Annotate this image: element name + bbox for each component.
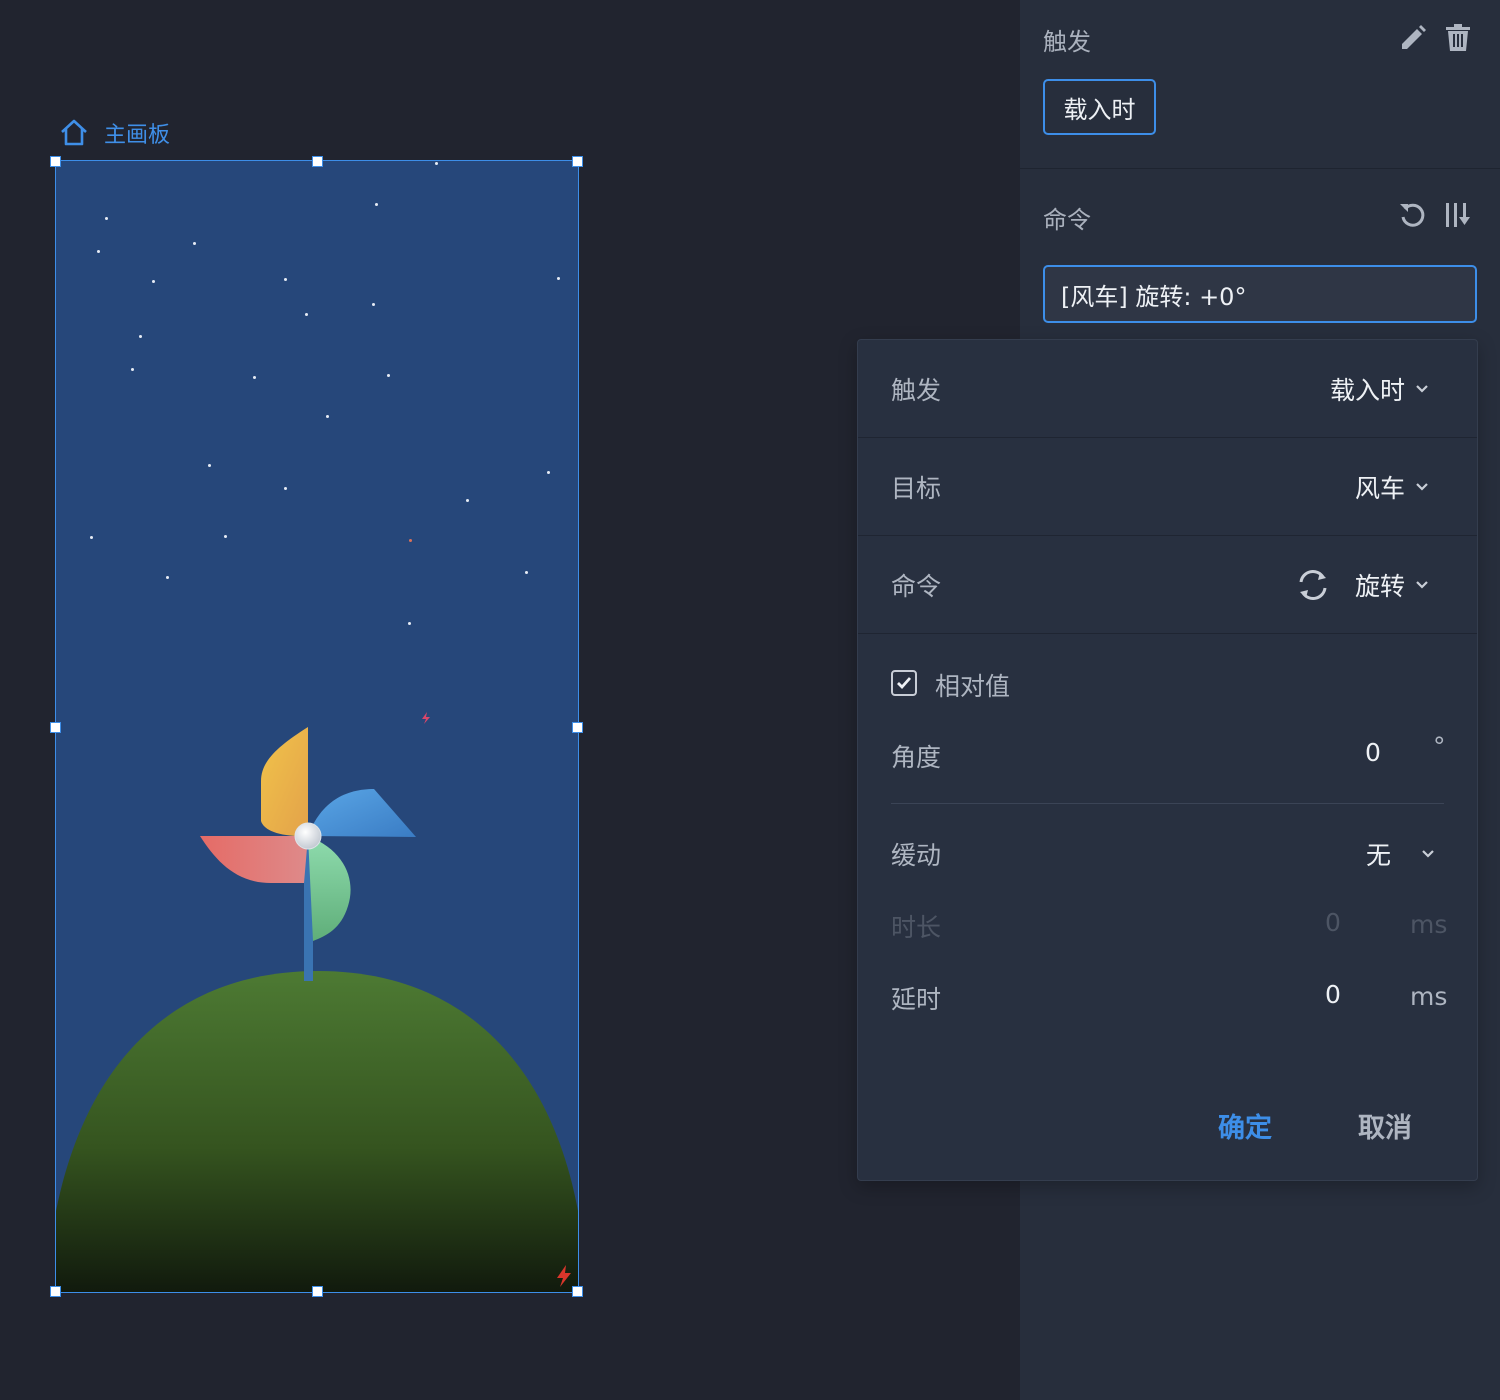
resize-handle-top-center[interactable] bbox=[312, 156, 323, 167]
chevron-down-icon bbox=[1416, 580, 1428, 589]
target-select[interactable]: 风车 bbox=[1355, 469, 1429, 505]
easing-select[interactable]: 无 bbox=[1366, 836, 1435, 872]
duration-field: 时长 0 ms bbox=[891, 908, 1448, 948]
angle-input[interactable]: 0 bbox=[1365, 738, 1381, 767]
artboard[interactable] bbox=[56, 161, 578, 1292]
resize-handle-bottom-left[interactable] bbox=[50, 1286, 61, 1297]
command-select-value: 旋转 bbox=[1354, 571, 1405, 601]
command-editor-popover: 触发 载入时 目标 风车 命令 旋转 相对值 角度 0 ° 缓动 无 时长 0 … bbox=[857, 339, 1478, 1181]
breadcrumb[interactable]: 主画板 bbox=[58, 116, 170, 150]
resize-handle-bottom-center[interactable] bbox=[312, 1286, 323, 1297]
resize-handle-middle-left[interactable] bbox=[50, 722, 61, 733]
section-divider bbox=[1020, 168, 1500, 169]
easing-select-value: 无 bbox=[1366, 841, 1392, 870]
angle-unit: ° bbox=[1433, 732, 1446, 761]
trigger-chip[interactable]: 载入时 bbox=[1043, 79, 1156, 135]
trigger-label: 触发 bbox=[891, 375, 942, 405]
hill-and-windmill bbox=[56, 727, 578, 1292]
angle-field: 角度 0 ° bbox=[891, 732, 1446, 778]
home-icon[interactable] bbox=[58, 117, 90, 149]
target-row[interactable]: 目标 风车 bbox=[858, 438, 1477, 536]
resize-handle-top-right[interactable] bbox=[572, 156, 583, 167]
angle-label: 角度 bbox=[891, 743, 942, 772]
delay-unit: ms bbox=[1410, 982, 1448, 1011]
duration-label: 时长 bbox=[891, 913, 942, 942]
resize-handle-bottom-right[interactable] bbox=[572, 1286, 583, 1297]
trigger-section-title: 触发 bbox=[1043, 28, 1091, 56]
target-select-value: 风车 bbox=[1354, 473, 1405, 503]
confirm-button[interactable]: 确定 bbox=[1218, 1106, 1272, 1145]
field-divider bbox=[891, 803, 1444, 804]
chevron-down-icon bbox=[1416, 384, 1428, 393]
command-section-title: 命令 bbox=[1043, 206, 1091, 234]
checkmark-icon bbox=[897, 677, 912, 690]
rotate-icon bbox=[1299, 569, 1327, 600]
relative-value-label[interactable]: 相对值 bbox=[935, 667, 1010, 703]
relative-value-checkbox[interactable] bbox=[891, 670, 917, 696]
cancel-button[interactable]: 取消 bbox=[1358, 1106, 1412, 1145]
command-select[interactable]: 旋转 bbox=[1295, 567, 1429, 603]
command-label: 命令 bbox=[891, 571, 942, 601]
delay-input[interactable]: 0 bbox=[1325, 980, 1341, 1009]
delay-field: 延时 0 ms bbox=[891, 980, 1448, 1020]
target-label: 目标 bbox=[891, 473, 942, 503]
easing-label: 缓动 bbox=[891, 841, 942, 870]
breadcrumb-artboard-label[interactable]: 主画板 bbox=[104, 117, 170, 149]
reset-icon[interactable] bbox=[1397, 200, 1427, 230]
resize-handle-top-left[interactable] bbox=[50, 156, 61, 167]
easing-field[interactable]: 缓动 无 bbox=[891, 836, 1444, 876]
chevron-down-icon bbox=[1422, 850, 1434, 858]
command-item[interactable]: [风车] 旋转: +0° bbox=[1043, 265, 1477, 323]
bolt-icon bbox=[557, 1265, 571, 1287]
command-row[interactable]: 命令 旋转 bbox=[858, 536, 1477, 634]
trigger-select-value: 载入时 bbox=[1329, 375, 1405, 405]
chevron-down-icon bbox=[1416, 482, 1428, 491]
delete-icon[interactable] bbox=[1443, 22, 1473, 52]
trigger-row[interactable]: 触发 载入时 bbox=[858, 340, 1477, 438]
resize-handle-middle-right[interactable] bbox=[572, 722, 583, 733]
duration-input: 0 bbox=[1325, 908, 1341, 937]
duration-unit: ms bbox=[1410, 910, 1448, 939]
delay-label: 延时 bbox=[891, 985, 942, 1014]
reorder-icon[interactable] bbox=[1443, 200, 1473, 230]
trigger-select[interactable]: 载入时 bbox=[1330, 371, 1429, 407]
edit-icon[interactable] bbox=[1398, 23, 1428, 53]
